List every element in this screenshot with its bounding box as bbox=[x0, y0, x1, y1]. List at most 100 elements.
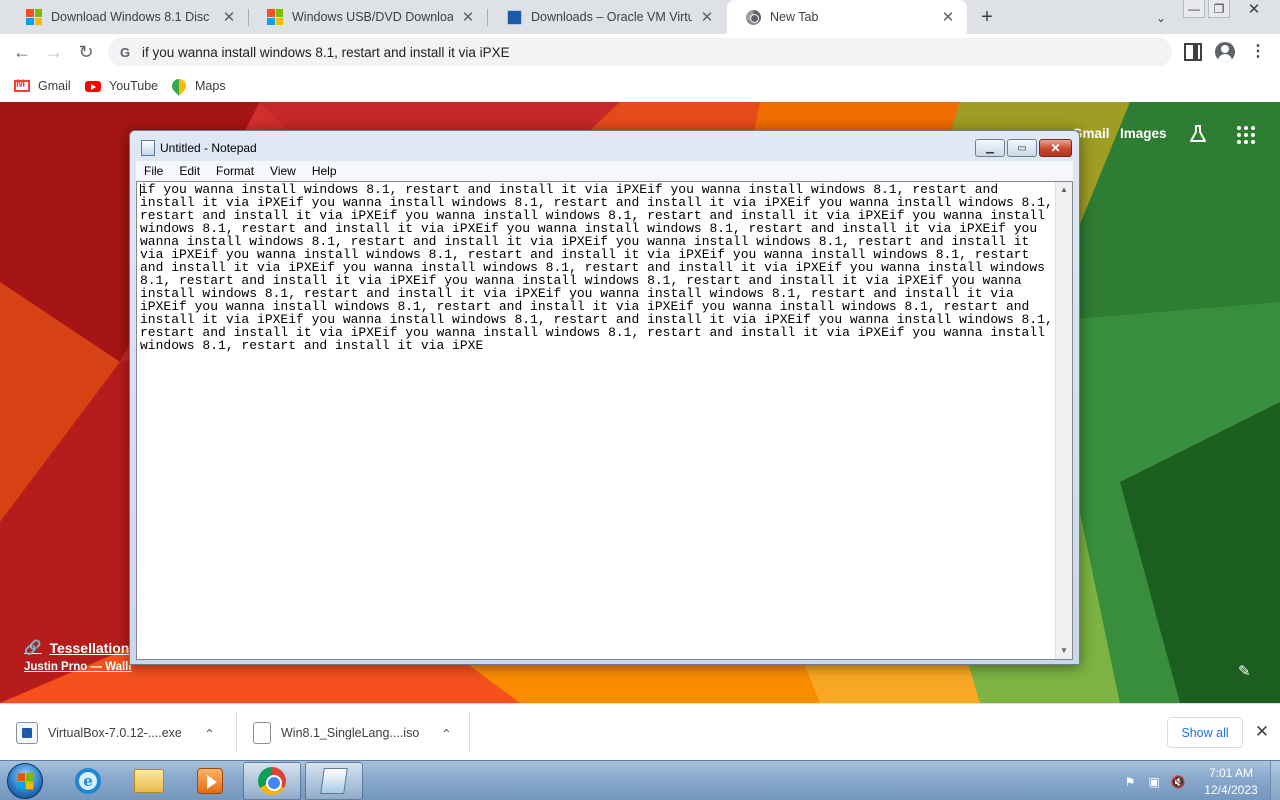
windows-logo-icon bbox=[267, 9, 283, 25]
notepad-menu-bar: File Edit Format View Help bbox=[136, 161, 1073, 181]
google-g-icon: G bbox=[120, 44, 131, 60]
folder-icon bbox=[134, 769, 164, 793]
bookmark-youtube[interactable]: YouTube bbox=[85, 76, 158, 96]
tab-title: Windows USB/DVD Download Tool bbox=[292, 10, 453, 24]
clock-date[interactable]: 12/4/2023 bbox=[1196, 783, 1266, 797]
customize-pencil-icon[interactable]: ✎ bbox=[1238, 662, 1256, 680]
notepad-title-bar[interactable]: Untitled - Notepad ▁ ▭ ✕ bbox=[130, 131, 1079, 163]
side-panel-icon[interactable] bbox=[1184, 43, 1202, 61]
close-download-shelf-icon[interactable]: ✕ bbox=[1254, 722, 1270, 742]
chrome-icon bbox=[745, 9, 761, 25]
download-divider bbox=[236, 712, 237, 753]
taskbar-google-chrome[interactable] bbox=[243, 762, 301, 800]
bookmark-label: Gmail bbox=[38, 79, 71, 93]
download-item-virtualbox[interactable]: VirtualBox-7.0.12-....exe ⌄ bbox=[16, 704, 215, 761]
bookmark-label: Maps bbox=[195, 79, 226, 93]
scroll-down-arrow-icon[interactable]: ▼ bbox=[1059, 646, 1069, 656]
close-tab-icon[interactable]: ✕ bbox=[939, 8, 957, 26]
notepad-window[interactable]: Untitled - Notepad ▁ ▭ ✕ File Edit Forma… bbox=[129, 130, 1080, 665]
notepad-content[interactable]: if you wanna install windows 8.1, restar… bbox=[140, 183, 1056, 352]
maps-icon bbox=[169, 76, 189, 96]
images-link[interactable]: Images bbox=[1120, 126, 1167, 141]
taskbar-media-player[interactable] bbox=[181, 762, 239, 800]
network-icon[interactable]: ▣ bbox=[1146, 774, 1162, 790]
close-tab-icon[interactable]: ✕ bbox=[698, 8, 716, 26]
windows-taskbar: e ⚑ ▣ 🔇 7:01 AM 12/4/2023 bbox=[0, 760, 1280, 800]
address-bar[interactable]: G if you wanna install windows 8.1, rest… bbox=[108, 38, 1172, 66]
background-attribution-author[interactable]: Justin Prno — Walli bbox=[24, 661, 132, 673]
download-shelf: VirtualBox-7.0.12-....exe ⌄ Win8.1_Singl… bbox=[0, 703, 1280, 760]
bookmark-maps[interactable]: Maps bbox=[169, 76, 226, 96]
bookmark-label: YouTube bbox=[109, 79, 159, 93]
text-caret bbox=[140, 184, 141, 196]
volume-muted-icon[interactable]: 🔇 bbox=[1170, 774, 1186, 790]
tab-download-windows-81[interactable]: Download Windows 8.1 Disc Image ✕ bbox=[8, 0, 248, 34]
tab-new-tab[interactable]: New Tab ✕ bbox=[727, 0, 967, 34]
scroll-up-arrow-icon[interactable]: ▲ bbox=[1059, 185, 1069, 195]
taskbar-internet-explorer[interactable]: e bbox=[59, 762, 117, 800]
close-window-icon[interactable]: ✕ bbox=[1237, 0, 1271, 18]
installer-file-icon bbox=[16, 721, 38, 744]
download-divider bbox=[469, 712, 470, 753]
iso-file-icon bbox=[253, 721, 271, 744]
vertical-scrollbar[interactable]: ▲ ▼ bbox=[1055, 182, 1072, 659]
internet-explorer-icon: e bbox=[75, 768, 101, 794]
reload-icon[interactable]: ↻ bbox=[74, 40, 98, 64]
new-tab-button[interactable]: + bbox=[976, 7, 998, 29]
close-tab-icon[interactable]: ✕ bbox=[220, 8, 238, 26]
close-tab-icon[interactable]: ✕ bbox=[459, 8, 477, 26]
background-title-text: Tessellation bbox=[49, 639, 130, 656]
menu-format[interactable]: Format bbox=[208, 161, 262, 181]
labs-flask-icon[interactable] bbox=[1188, 124, 1208, 144]
chevron-up-icon[interactable]: ⌄ bbox=[441, 725, 452, 741]
taskbar-windows-explorer[interactable] bbox=[120, 762, 178, 800]
show-desktop-button[interactable] bbox=[1270, 761, 1280, 800]
start-button[interactable] bbox=[7, 763, 43, 799]
minimize-icon[interactable]: — bbox=[1183, 0, 1205, 18]
tab-search-chevron-icon[interactable]: ⌄ bbox=[1151, 8, 1171, 28]
notepad-maximize-button[interactable]: ▭ bbox=[1007, 139, 1037, 157]
menu-help[interactable]: Help bbox=[304, 161, 345, 181]
notepad-icon bbox=[320, 768, 348, 794]
browser-toolbar: ← → ↻ G if you wanna install windows 8.1… bbox=[0, 34, 1280, 70]
google-apps-grid-icon[interactable] bbox=[1237, 126, 1255, 144]
download-filename: VirtualBox-7.0.12-....exe bbox=[48, 725, 182, 740]
menu-edit[interactable]: Edit bbox=[171, 161, 208, 181]
chrome-menu-icon[interactable]: ⋮ bbox=[1250, 42, 1266, 62]
background-attribution-title[interactable]: 🔗 Tessellation bbox=[24, 639, 129, 656]
notepad-title: Untitled - Notepad bbox=[160, 141, 257, 155]
tab-windows-usb-dvd-tool[interactable]: Windows USB/DVD Download Tool ✕ bbox=[249, 0, 487, 34]
browser-tab-strip: Download Windows 8.1 Disc Image ✕ Window… bbox=[0, 0, 1280, 34]
back-arrow-icon[interactable]: ← bbox=[10, 40, 34, 64]
gmail-icon bbox=[14, 78, 30, 93]
download-item-win81-iso[interactable]: Win8.1_SingleLang....iso ⌄ bbox=[253, 704, 452, 761]
menu-file[interactable]: File bbox=[136, 161, 171, 181]
chevron-up-icon[interactable]: ⌄ bbox=[204, 725, 215, 741]
notepad-close-button[interactable]: ✕ bbox=[1039, 139, 1072, 157]
link-icon: 🔗 bbox=[24, 639, 42, 655]
notepad-icon bbox=[141, 140, 155, 156]
show-all-downloads-button[interactable]: Show all bbox=[1167, 717, 1243, 748]
menu-view[interactable]: View bbox=[262, 161, 304, 181]
virtualbox-icon bbox=[506, 9, 522, 25]
clock-time[interactable]: 7:01 AM bbox=[1196, 766, 1266, 780]
tab-virtualbox-downloads[interactable]: Downloads – Oracle VM VirtualBox ✕ bbox=[488, 0, 726, 34]
tab-title: New Tab bbox=[770, 10, 819, 24]
notepad-text-area[interactable]: if you wanna install windows 8.1, restar… bbox=[136, 181, 1073, 660]
action-center-flag-icon[interactable]: ⚑ bbox=[1122, 774, 1138, 790]
tab-title: Downloads – Oracle VM VirtualBox bbox=[531, 10, 692, 24]
download-filename: Win8.1_SingleLang....iso bbox=[281, 725, 420, 740]
profile-avatar-icon[interactable] bbox=[1215, 42, 1235, 62]
restore-icon[interactable]: ❐ bbox=[1208, 0, 1230, 18]
forward-arrow-icon[interactable]: → bbox=[42, 40, 66, 64]
media-player-icon bbox=[197, 768, 223, 794]
tab-title: Download Windows 8.1 Disc Image bbox=[51, 10, 214, 24]
windows-logo-icon bbox=[17, 772, 34, 790]
notepad-minimize-button[interactable]: ▁ bbox=[975, 139, 1005, 157]
address-bar-text[interactable]: if you wanna install windows 8.1, restar… bbox=[142, 45, 510, 60]
bookmark-gmail[interactable]: Gmail bbox=[14, 76, 71, 96]
youtube-icon bbox=[85, 79, 101, 93]
bookmarks-bar: Gmail YouTube Maps bbox=[0, 70, 1280, 102]
windows-logo-icon bbox=[26, 9, 42, 25]
taskbar-notepad[interactable] bbox=[305, 762, 363, 800]
